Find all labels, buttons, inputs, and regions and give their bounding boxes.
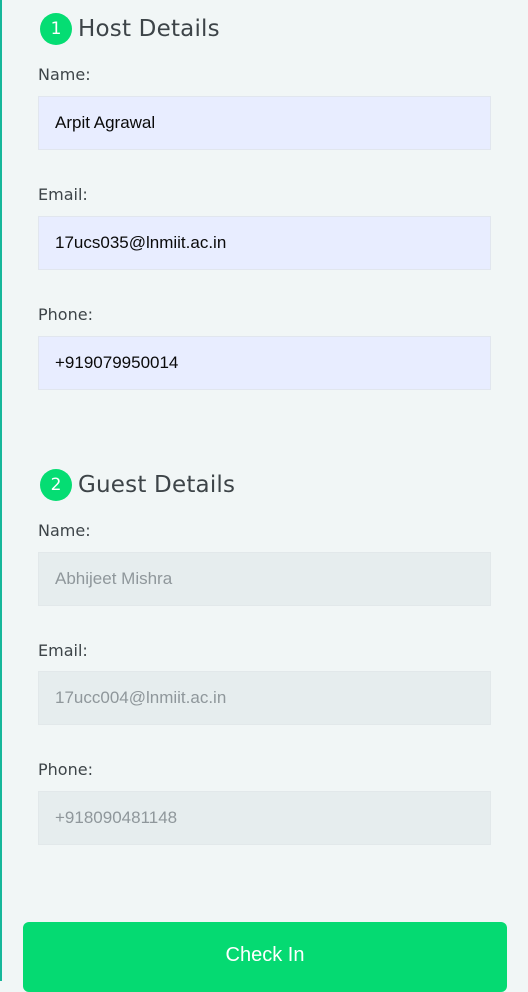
host-email-input[interactable] [38, 216, 491, 270]
guest-email-input[interactable] [38, 671, 491, 725]
guest-name-label: Name: [38, 521, 91, 540]
host-details-title: Host Details [78, 16, 220, 42]
step-badge-2: 2 [40, 469, 72, 501]
guest-phone-input[interactable] [38, 791, 491, 845]
host-name-label: Name: [38, 65, 91, 84]
host-phone-label: Phone: [38, 305, 93, 324]
host-details-header: 1 Host Details [40, 12, 220, 46]
guest-phone-label: Phone: [38, 760, 93, 779]
host-email-label: Email: [38, 185, 88, 204]
step-badge-1: 1 [40, 13, 72, 45]
left-border-accent [0, 0, 2, 981]
guest-email-label: Email: [38, 641, 88, 660]
guest-name-input[interactable] [38, 552, 491, 606]
guest-details-title: Guest Details [78, 472, 236, 498]
guest-details-header: 2 Guest Details [40, 468, 235, 502]
host-name-input[interactable] [38, 96, 491, 150]
check-in-button[interactable]: Check In [23, 922, 507, 992]
host-phone-input[interactable] [38, 336, 491, 390]
